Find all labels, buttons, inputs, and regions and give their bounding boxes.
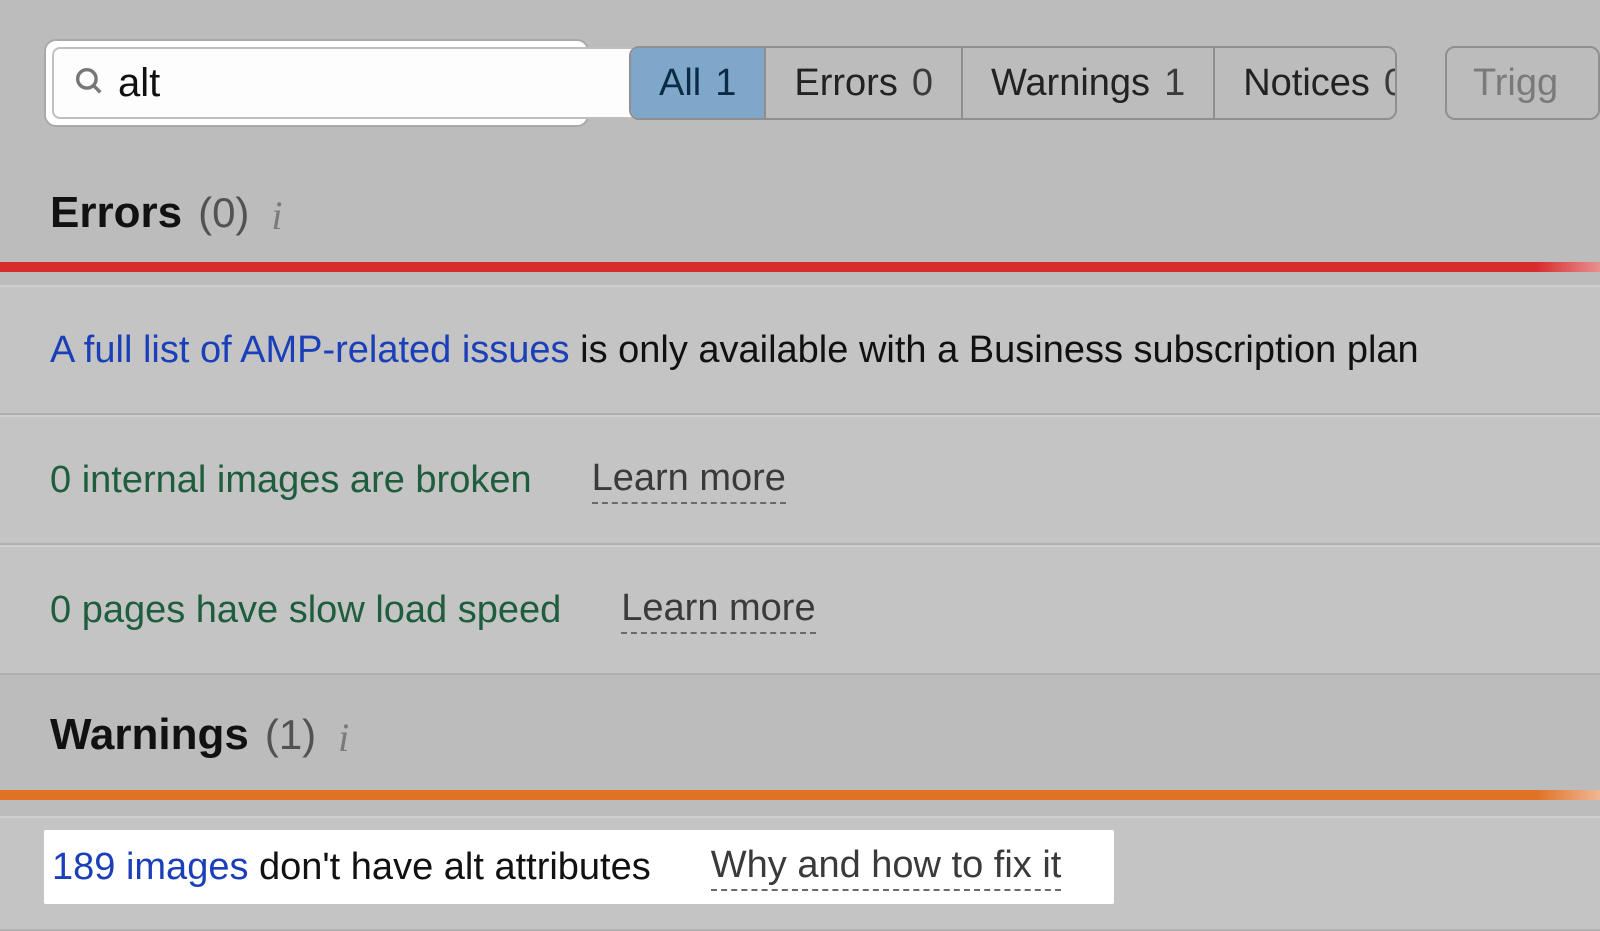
broken-images-text: 0 internal images are broken bbox=[50, 459, 532, 502]
trigger-label: Trigg bbox=[1473, 62, 1558, 105]
info-icon[interactable]: i bbox=[271, 192, 282, 239]
section-title: Errors bbox=[50, 188, 182, 238]
section-count: (0) bbox=[198, 189, 249, 237]
highlighted-issue: 189 images don't have alt attributes Why… bbox=[44, 830, 1114, 904]
filter-count: 1 bbox=[715, 62, 736, 105]
amp-issues-link[interactable]: A full list of AMP-related issues bbox=[50, 329, 570, 372]
filter-label: All bbox=[659, 62, 701, 105]
filter-tab-errors[interactable]: Errors 0 bbox=[766, 48, 963, 118]
info-icon[interactable]: i bbox=[338, 714, 349, 761]
search-icon bbox=[72, 64, 106, 103]
learn-more-link[interactable]: Learn more bbox=[592, 457, 786, 504]
filter-tab-warnings[interactable]: Warnings 1 bbox=[963, 48, 1215, 118]
filter-count: 1 bbox=[1164, 62, 1185, 105]
learn-more-link[interactable]: Learn more bbox=[621, 587, 815, 634]
amp-issues-text: is only available with a Business subscr… bbox=[570, 329, 1419, 372]
filter-count: 0 bbox=[912, 62, 933, 105]
filter-label: Notices bbox=[1243, 62, 1370, 105]
errors-divider bbox=[0, 262, 1600, 272]
slow-pages-text: 0 pages have slow load speed bbox=[50, 589, 561, 632]
trigger-button[interactable]: Trigg bbox=[1445, 46, 1600, 120]
issue-row-slow-pages: 0 pages have slow load speed Learn more bbox=[0, 545, 1600, 675]
search-input[interactable] bbox=[106, 61, 645, 106]
search-container bbox=[44, 39, 589, 127]
why-how-fix-link[interactable]: Why and how to fix it bbox=[711, 844, 1062, 891]
toolbar: All 1 Errors 0 Warnings 1 Notices 0 Trig… bbox=[44, 38, 1600, 128]
section-title: Warnings bbox=[50, 710, 249, 760]
warnings-section-header: Warnings (1) i bbox=[50, 710, 349, 760]
issue-row-broken-images: 0 internal images are broken Learn more bbox=[0, 415, 1600, 545]
section-count: (1) bbox=[265, 711, 316, 759]
warnings-divider bbox=[0, 790, 1600, 800]
issue-row-amp: A full list of AMP-related issues is onl… bbox=[0, 285, 1600, 415]
filter-count: 0 bbox=[1384, 62, 1397, 105]
filter-tab-all[interactable]: All 1 bbox=[631, 48, 766, 118]
errors-section-header: Errors (0) i bbox=[50, 188, 283, 238]
filter-tab-notices[interactable]: Notices 0 bbox=[1215, 48, 1397, 118]
alt-images-text: don't have alt attributes bbox=[248, 846, 650, 889]
search-field-wrap[interactable] bbox=[52, 47, 695, 119]
filter-tabs: All 1 Errors 0 Warnings 1 Notices 0 bbox=[629, 46, 1397, 120]
filter-label: Errors bbox=[794, 62, 897, 105]
alt-images-link[interactable]: 189 images bbox=[52, 846, 248, 889]
filter-label: Warnings bbox=[991, 62, 1150, 105]
